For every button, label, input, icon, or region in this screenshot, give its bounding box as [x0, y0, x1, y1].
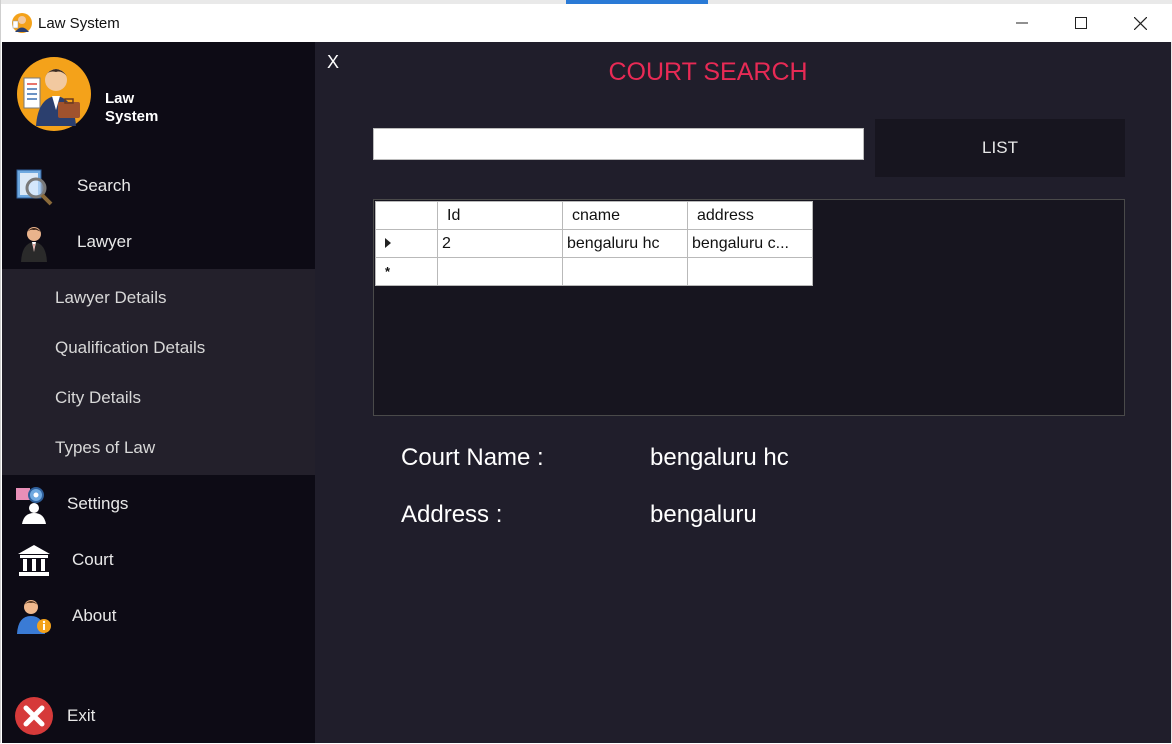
brand-line-2: System [105, 108, 159, 125]
column-header-cname[interactable]: cname [562, 201, 688, 230]
sidebar-item-label: Settings [67, 494, 129, 513]
submenu-item-label: City Details [55, 388, 141, 407]
page-title: COURT SEARCH [608, 58, 808, 86]
new-row-asterisk-icon: * [385, 263, 391, 279]
submenu-item-label: Qualification Details [55, 338, 206, 357]
red-x-circle-icon [15, 697, 53, 735]
submenu-item-types-of-law[interactable]: Types of Law [2, 422, 315, 472]
cell-cname[interactable]: bengaluru hc [562, 229, 688, 258]
title-bar[interactable]: Law System [1, 4, 1172, 42]
submenu-item-qualification-details[interactable]: Qualification Details [2, 322, 315, 372]
table-header-row: Id cname address [375, 201, 813, 230]
lawyer-person-icon [21, 227, 47, 262]
sidebar-item-label: Court [72, 550, 114, 569]
minimize-button[interactable] [993, 4, 1051, 42]
address-label: Address : [401, 501, 503, 528]
sidebar-item-exit[interactable]: Exit [2, 688, 315, 744]
courthouse-icon [18, 545, 50, 576]
close-window-button[interactable] [1111, 4, 1169, 42]
submenu-item-lawyer-details[interactable]: Lawyer Details [2, 272, 315, 322]
court-name-label: Court Name : [401, 444, 544, 471]
sidebar-item-label: Lawyer [77, 232, 132, 251]
sidebar-item-label: About [72, 606, 117, 625]
list-button[interactable]: LIST [875, 119, 1125, 177]
app-lawyer-icon [12, 13, 32, 33]
person-info-icon [17, 600, 51, 634]
column-header-address[interactable]: address [687, 201, 813, 230]
court-name-value: bengaluru hc [650, 444, 789, 471]
maximize-button[interactable] [1052, 4, 1110, 42]
column-header-id[interactable]: Id [437, 201, 563, 230]
submenu-item-label: Lawyer Details [55, 288, 167, 307]
submenu-item-city-details[interactable]: City Details [2, 372, 315, 422]
address-value: bengaluru [650, 501, 757, 528]
cell-address[interactable]: bengaluru c... [687, 229, 813, 258]
submenu-item-label: Types of Law [55, 438, 156, 457]
app-window: Law System Law System Search Lawyer Lawy… [0, 0, 1172, 743]
table-new-row[interactable]: * [375, 257, 813, 286]
sidebar-item-lawyer[interactable]: Lawyer [2, 214, 315, 270]
minimize-icon [1016, 22, 1028, 24]
sidebar-item-label: Exit [67, 706, 96, 725]
cell-id-new[interactable] [437, 257, 563, 286]
row-header-current[interactable] [375, 229, 438, 258]
sidebar-item-label: Search [77, 176, 131, 195]
window-title: Law System [38, 15, 120, 32]
cell-cname-new[interactable] [562, 257, 688, 286]
lawyer-submenu: Lawyer Details Qualification Details Cit… [2, 269, 315, 475]
sidebar-item-court[interactable]: Court [2, 532, 315, 588]
current-row-caret-icon [385, 237, 391, 248]
maximize-icon [1075, 17, 1087, 29]
brand-name: Law System [105, 90, 185, 126]
table-row[interactable]: 2 bengaluru hc bengaluru c... [375, 229, 813, 258]
close-icon [1133, 16, 1147, 30]
court-data-grid[interactable]: Id cname address 2 bengaluru hc bengalur… [373, 199, 1125, 416]
sidebar: Law System Search Lawyer Lawyer Details … [2, 42, 315, 743]
sidebar-item-search[interactable]: Search [2, 158, 315, 214]
sidebar-item-settings[interactable]: Settings [2, 476, 315, 532]
sidebar-item-about[interactable]: About [2, 588, 315, 644]
row-header-corner [375, 201, 438, 230]
lawyer-logo-icon [17, 57, 91, 131]
brand-line-1: Law [105, 90, 135, 107]
court-table: Id cname address 2 bengaluru hc bengalur… [375, 201, 813, 286]
main-panel: X COURT SEARCH LIST Id cname address 2 b… [315, 42, 1171, 743]
row-header-new[interactable]: * [375, 257, 438, 286]
settings-gear-person-icon [16, 487, 46, 524]
cell-id[interactable]: 2 [437, 229, 563, 258]
cell-address-new[interactable] [687, 257, 813, 286]
magnifier-book-icon [16, 169, 53, 206]
search-input[interactable] [373, 128, 864, 160]
